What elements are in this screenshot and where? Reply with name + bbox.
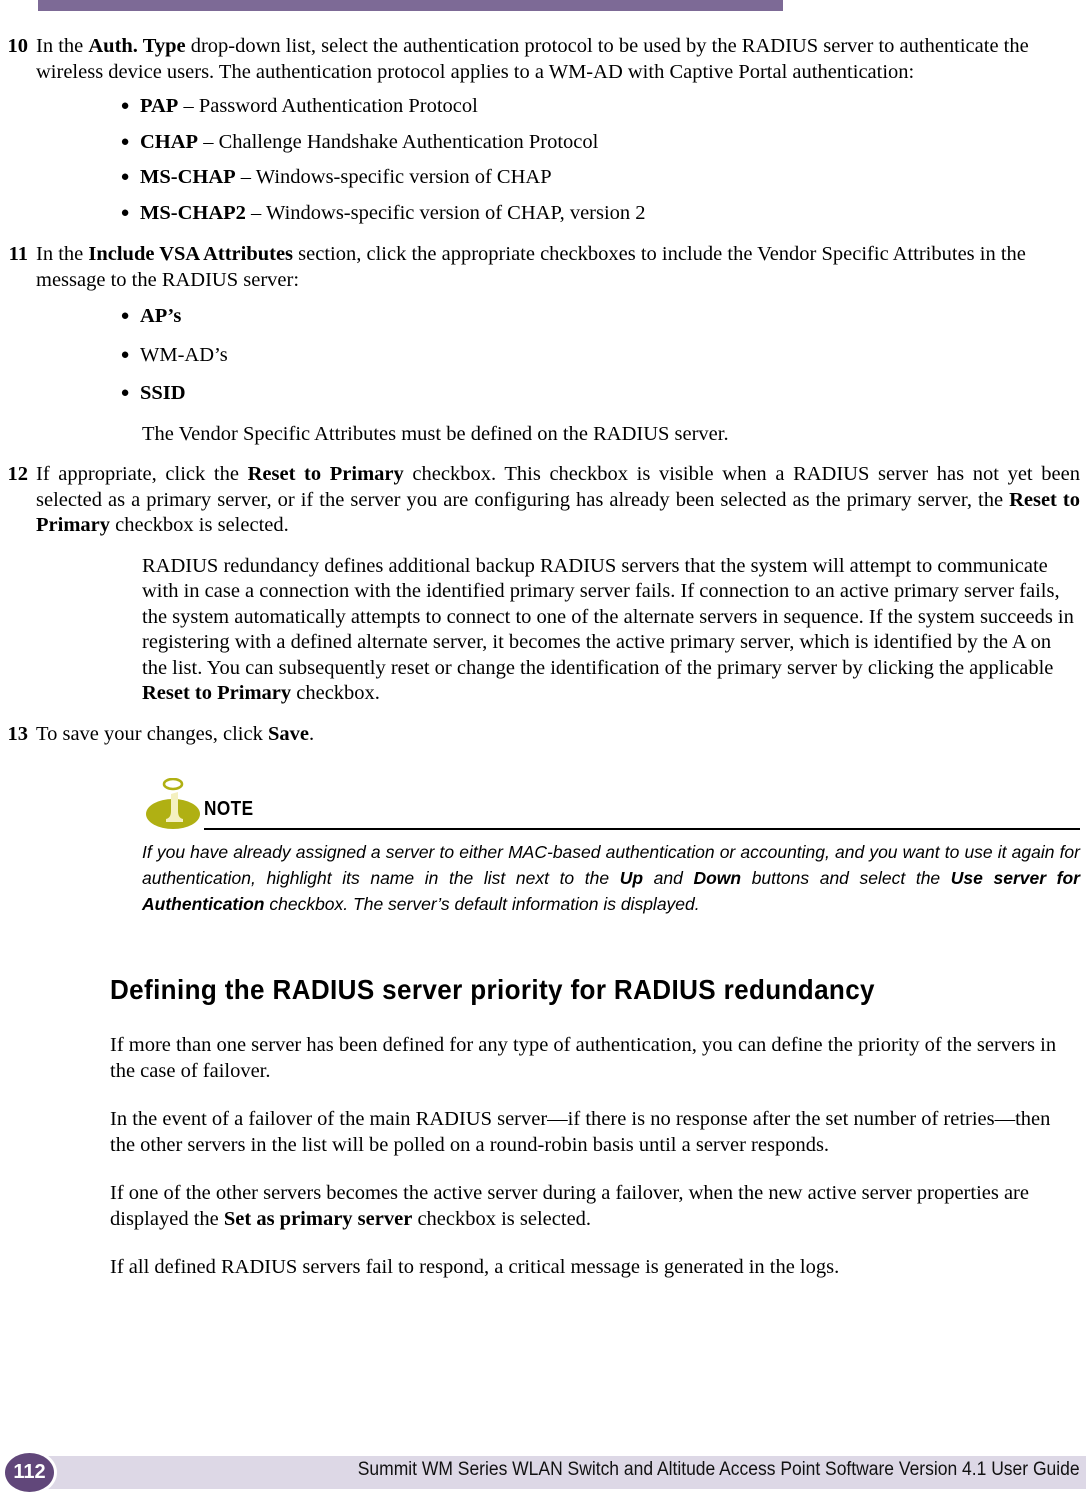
page-footer: 112 Summit WM Series WLAN Switch and Alt… bbox=[0, 1450, 1086, 1495]
step-11-text: In the Include VSA Attributes section, c… bbox=[36, 243, 1026, 291]
section-paragraph-3: If one of the other servers becomes the … bbox=[110, 1182, 1029, 1230]
bullet-icon: ● bbox=[120, 133, 130, 150]
step-11-number: 11 bbox=[8, 243, 28, 265]
step-13-text: To save your changes, click Save. bbox=[36, 722, 315, 745]
bullet-icon: ● bbox=[120, 98, 130, 114]
section-paragraph-2: In the event of a failover of the main R… bbox=[110, 1108, 1051, 1156]
note-label: NOTE bbox=[204, 798, 254, 820]
page-number-badge: 112 bbox=[2, 1450, 57, 1495]
list-item-label: AP’s bbox=[140, 305, 182, 327]
list-item-label: CHAP – Challenge Handshake Authenticatio… bbox=[140, 130, 599, 153]
list-item: ● AP’s bbox=[110, 304, 1086, 330]
page-content: 10 In the Auth. Type drop-down list, sel… bbox=[0, 0, 1086, 1281]
section-heading: Defining the RADIUS server priority for … bbox=[110, 974, 875, 1005]
note-body-text: If you have already assigned a server to… bbox=[142, 842, 1080, 914]
list-item: ● WM-AD’s bbox=[110, 343, 1086, 369]
list-item: ● SSID bbox=[110, 381, 1086, 407]
section-paragraph-1: If more than one server has been defined… bbox=[110, 1034, 1057, 1082]
list-item-label: MS-CHAP2 – Windows-specific version of C… bbox=[140, 201, 646, 224]
step-12-text: If appropriate, click the Reset to Prima… bbox=[36, 463, 1080, 536]
step-13-number: 13 bbox=[7, 722, 29, 745]
bullet-icon: ● bbox=[120, 169, 130, 185]
list-item: ● PAP – Password Authentication Protocol bbox=[110, 94, 1086, 120]
step-10: 10 In the Auth. Type drop-down list, sel… bbox=[0, 34, 1086, 85]
auth-type-bullet-list: ● PAP – Password Authentication Protocol… bbox=[0, 94, 1086, 226]
bullet-icon: ● bbox=[120, 385, 130, 401]
vsa-requirement-text: The Vendor Specific Attributes must be d… bbox=[142, 422, 729, 445]
list-item-label: PAP – Password Authentication Protocol bbox=[140, 95, 478, 117]
step-12-number: 12 bbox=[7, 463, 29, 485]
note-divider bbox=[204, 828, 1080, 830]
note-callout: NOTE If you have already assigned a serv… bbox=[142, 777, 1080, 917]
list-item: ● MS-CHAP2 – Windows-specific version of… bbox=[110, 201, 1086, 227]
list-item-label: SSID bbox=[140, 382, 186, 404]
step-13: 13 To save your changes, click Save. bbox=[0, 722, 1086, 748]
section-paragraph-4: If all defined RADIUS servers fail to re… bbox=[110, 1256, 840, 1278]
note-header: NOTE bbox=[142, 777, 1080, 830]
list-item-label: WM-AD’s bbox=[140, 343, 228, 366]
bullet-icon: ● bbox=[120, 308, 130, 324]
bullet-icon: ● bbox=[120, 346, 130, 363]
step-10-text: In the Auth. Type drop-down list, select… bbox=[36, 35, 1029, 83]
step-12: 12 If appropriate, click the Reset to Pr… bbox=[0, 462, 1086, 539]
list-item-label: MS-CHAP – Windows-specific version of CH… bbox=[140, 166, 552, 188]
footer-document-title: Summit WM Series WLAN Switch and Altitud… bbox=[358, 1459, 1080, 1480]
radius-redundancy-paragraph: RADIUS redundancy defines additional bac… bbox=[142, 554, 1074, 705]
step-10-number: 10 bbox=[7, 35, 29, 57]
vsa-bullet-list: ● AP’s ● WM-AD’s ● SSID bbox=[0, 304, 1086, 407]
step-11: 11 In the Include VSA Attributes section… bbox=[0, 242, 1086, 293]
list-item: ● MS-CHAP – Windows-specific version of … bbox=[110, 165, 1086, 191]
list-item: ● CHAP – Challenge Handshake Authenticat… bbox=[110, 130, 1086, 156]
bullet-icon: ● bbox=[120, 204, 130, 221]
info-icon bbox=[142, 777, 204, 830]
